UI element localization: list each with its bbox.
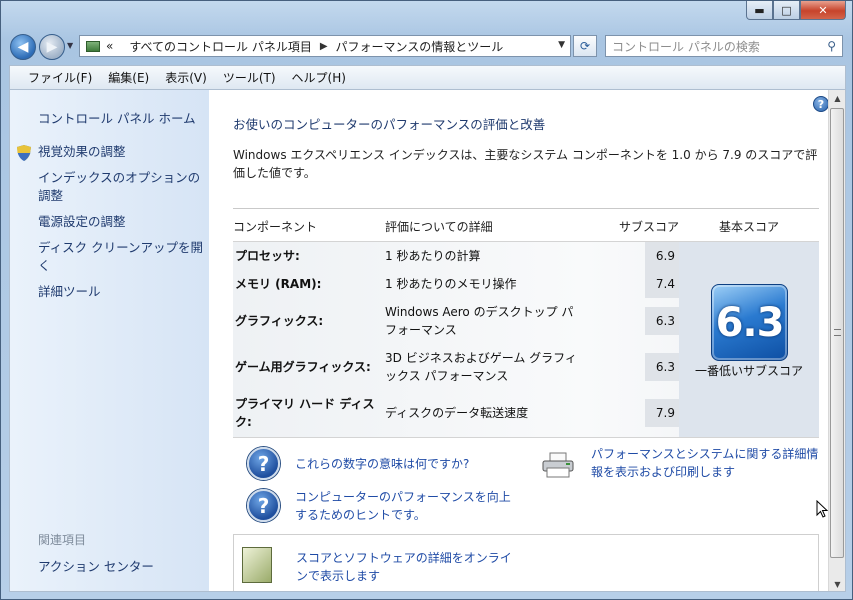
question-icon: ? <box>247 447 280 480</box>
question-icon: ? <box>247 489 280 522</box>
address-bar[interactable]: « すべてのコントロール パネル項目 ▶ パフォーマンスの情報とツール ▼ <box>79 35 571 57</box>
forward-button[interactable]: ▶ <box>39 34 65 60</box>
row-gaming-graphics-detail: 3D ビジネスおよびゲーム グラフィックス パフォーマンス <box>385 351 577 383</box>
menu-help[interactable]: ヘルプ(H) <box>292 69 346 86</box>
row-gaming-graphics-subscore: 6.3 <box>645 353 679 381</box>
breadcrumb-separator-icon[interactable]: ▶ <box>320 41 328 52</box>
sidebar-item-indexing-options[interactable]: インデックスのオプションの調整 <box>38 169 203 205</box>
breadcrumb-performance[interactable]: パフォーマンスの情報とツール <box>336 38 504 55</box>
row-graphics-subscore: 6.3 <box>645 307 679 335</box>
control-panel-icon <box>86 40 100 52</box>
page-description: Windows エクスペリエンス インデックスは、主要なシステム コンポーネント… <box>233 148 818 180</box>
vertical-scrollbar[interactable]: ▲ ▼ <box>828 90 845 591</box>
scroll-grip <box>834 329 841 336</box>
tips-link[interactable]: コンピューターのパフォーマンスを向上するためのヒントです。 <box>295 488 520 524</box>
refresh-button[interactable]: ⟳ <box>573 35 597 57</box>
menu-tools[interactable]: ツール(T) <box>223 69 276 86</box>
row-memory-subscore: 7.4 <box>645 270 679 298</box>
menu-bar: ファイル(F) 編集(E) 表示(V) ツール(T) ヘルプ(H) <box>9 65 846 89</box>
help-icon[interactable]: ? <box>813 96 829 112</box>
explorer-window: ▬ □ ✕ ◀ ▶ ▼ « すべてのコントロール パネル項目 ▶ パフォーマンス… <box>0 0 853 600</box>
sidebar-item-power-settings[interactable]: 電源設定の調整 <box>38 213 203 231</box>
sidebar-item-disk-cleanup[interactable]: ディスク クリーンアップを開く <box>38 239 203 275</box>
print-details-link[interactable]: パフォーマンスとシステムに関する詳細情報を表示および印刷します <box>591 445 823 481</box>
row-processor-detail: 1 秒あたりの計算 <box>385 249 481 263</box>
title-bar: ▬ □ ✕ <box>1 1 852 29</box>
row-memory-name: メモリ (RAM): <box>235 277 322 291</box>
address-dropdown-icon[interactable]: ▼ <box>558 40 565 50</box>
row-gaming-graphics-name: ゲーム用グラフィックス: <box>235 360 371 374</box>
recent-pages-dropdown[interactable]: ▼ <box>67 41 73 50</box>
sidebar-item-action-center[interactable]: アクション センター <box>38 556 154 575</box>
back-button[interactable]: ◀ <box>10 34 36 60</box>
row-memory-detail: 1 秒あたりのメモリ操作 <box>385 277 517 291</box>
breadcrumb-all-items[interactable]: すべてのコントロール パネル項目 <box>129 38 312 55</box>
minimize-button[interactable]: ▬ <box>746 1 773 20</box>
base-score-caption: 一番低いサブスコア <box>694 364 803 378</box>
navigation-bar: ◀ ▶ ▼ « すべてのコントロール パネル項目 ▶ パフォーマンスの情報とツー… <box>1 29 852 63</box>
meaning-link[interactable]: これらの数字の意味は何ですか? <box>295 455 469 473</box>
header-component: コンポーネント <box>233 220 318 234</box>
sidebar-item-visual-effects[interactable]: 視覚効果の調整 <box>38 143 203 161</box>
scroll-down-arrow-icon[interactable]: ▼ <box>829 576 845 591</box>
header-subscore: サブスコア <box>619 220 680 234</box>
header-detail: 評価についての詳細 <box>385 220 493 234</box>
scroll-up-arrow-icon[interactable]: ▲ <box>829 90 845 107</box>
online-box: スコアとソフトウェアの詳細をオンラインで表示します <box>233 534 819 591</box>
page-title: お使いのコンピューターのパフォーマンスの評価と改善 <box>233 117 546 132</box>
sidebar-item-advanced-tools[interactable]: 詳細ツール <box>38 283 203 301</box>
row-graphics-detail: Windows Aero のデスクトップ パフォーマンス <box>385 305 574 337</box>
row-disk-name: プライマリ ハード ディスク: <box>235 397 375 429</box>
row-processor-subscore: 6.9 <box>645 242 679 270</box>
printer-icon <box>542 452 574 478</box>
software-box-icon <box>242 547 272 583</box>
search-input[interactable]: コントロール パネルの検索 ⚲ <box>605 35 843 57</box>
search-icon[interactable]: ⚲ <box>827 39 836 53</box>
scroll-thumb[interactable] <box>830 108 844 558</box>
back-arrow-icon: ◀ <box>17 39 29 55</box>
maximize-button[interactable]: □ <box>773 1 800 20</box>
sidebar-control-panel-home[interactable]: コントロール パネル ホーム <box>38 108 196 127</box>
row-disk-subscore: 7.9 <box>645 399 679 427</box>
forward-arrow-icon: ▶ <box>46 39 58 55</box>
row-graphics-name: グラフィックス: <box>235 314 324 328</box>
row-disk-detail: ディスクのデータ転送速度 <box>385 406 529 420</box>
score-table: プロセッサ: 1 秒あたりの計算 6.9 メモリ (RAM): 1 秒あたりのメ… <box>233 241 819 438</box>
search-placeholder: コントロール パネルの検索 <box>612 39 760 54</box>
refresh-icon: ⟳ <box>579 39 591 53</box>
caption-buttons: ▬ □ ✕ <box>746 1 846 20</box>
close-button[interactable]: ✕ <box>800 1 846 20</box>
mouse-cursor-icon <box>816 500 828 518</box>
header-basescore: 基本スコア <box>719 220 780 234</box>
shield-icon <box>17 145 31 161</box>
table-divider <box>233 208 819 209</box>
content-area: コントロール パネル ホーム 視覚効果の調整 インデックスのオプションの調整 電… <box>9 89 846 592</box>
menu-file[interactable]: ファイル(F) <box>28 69 92 86</box>
base-score-panel: 6.3 一番低いサブスコア <box>679 242 819 437</box>
row-processor-name: プロセッサ: <box>235 249 300 263</box>
online-details-link[interactable]: スコアとソフトウェアの詳細をオンラインで表示します <box>296 549 521 585</box>
related-heading: 関連項目 <box>38 533 87 547</box>
base-score-tile: 6.3 <box>711 284 788 361</box>
sidebar: コントロール パネル ホーム 視覚効果の調整 インデックスのオプションの調整 電… <box>10 90 209 591</box>
menu-view[interactable]: 表示(V) <box>165 69 207 86</box>
menu-edit[interactable]: 編集(E) <box>108 69 149 86</box>
breadcrumb-overflow[interactable]: « <box>106 39 113 53</box>
